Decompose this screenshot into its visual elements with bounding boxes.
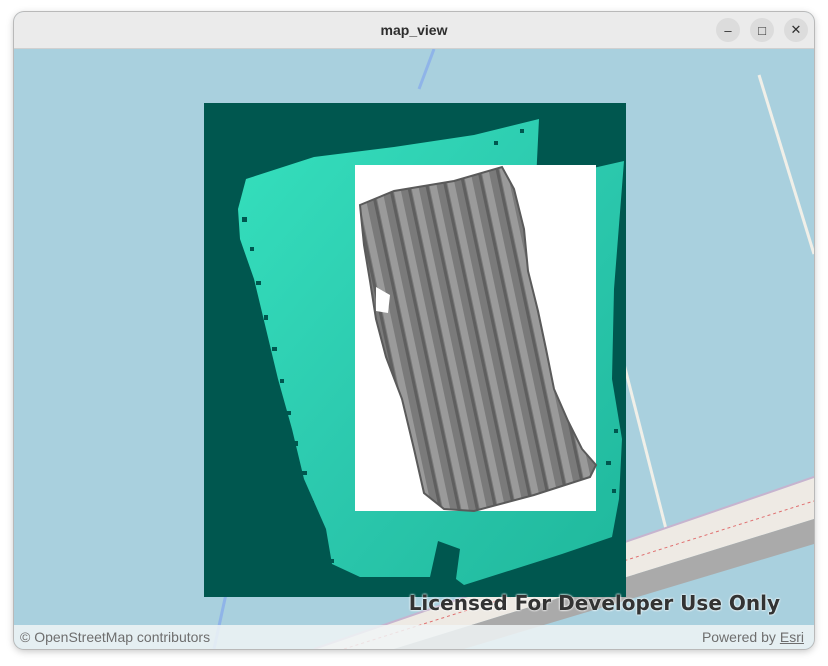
license-watermark: Licensed For Developer Use Only (408, 591, 780, 615)
window-title: map_view (380, 22, 448, 38)
app-window: map_view – □ ✕ Licensed For Developer Us… (14, 12, 814, 649)
attribution-esri: Powered by Esri (702, 629, 804, 645)
maximize-icon: □ (758, 22, 766, 38)
esri-link[interactable]: Esri (780, 629, 804, 645)
powered-by-label: Powered by (701, 629, 776, 645)
map-canvas (14, 49, 814, 649)
attribution-bar: © OpenStreetMap contributors Powered by … (14, 625, 814, 649)
map-view[interactable]: Licensed For Developer Use Only © OpenSt… (14, 49, 814, 649)
minimize-button[interactable]: – (716, 18, 740, 42)
attribution-osm: © OpenStreetMap contributors (20, 629, 211, 645)
minimize-icon: – (724, 22, 732, 38)
maximize-button[interactable]: □ (750, 18, 774, 42)
close-button[interactable]: ✕ (784, 18, 808, 42)
close-icon: ✕ (790, 22, 802, 37)
title-bar[interactable]: map_view – □ ✕ (14, 12, 814, 49)
